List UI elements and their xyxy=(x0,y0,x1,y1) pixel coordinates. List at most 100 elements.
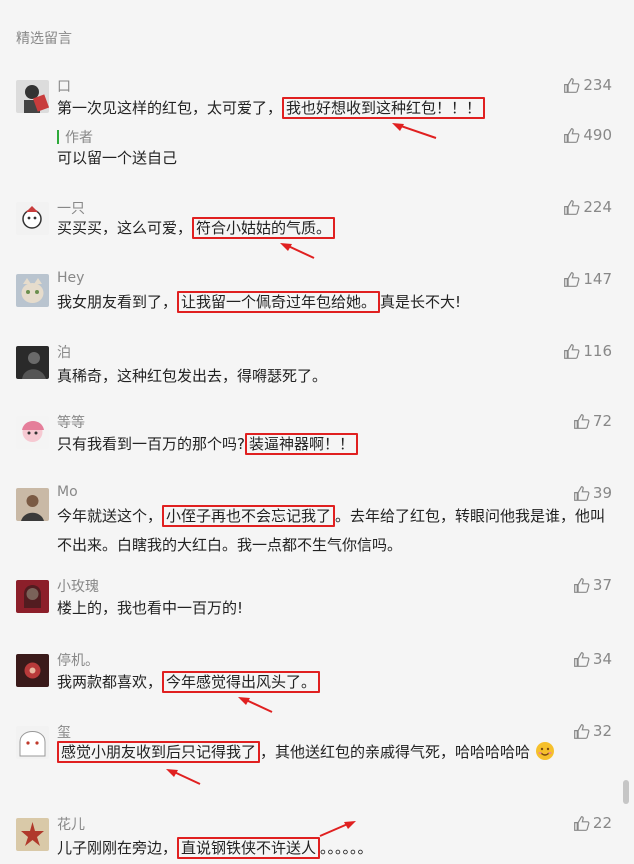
avatar-boy-icon[interactable] xyxy=(16,80,49,113)
like-count: 39 xyxy=(592,484,612,502)
avatar-cartoon-icon[interactable] xyxy=(16,202,49,235)
comment-text-plain: 只有我看到一百万的那个吗? xyxy=(57,435,245,453)
comment-nickname[interactable]: 口 xyxy=(57,76,71,96)
like-count: 22 xyxy=(592,814,612,832)
like-button[interactable]: 234 xyxy=(563,76,612,94)
comment-text-plain: 买买买，这么可爱， xyxy=(57,219,193,237)
like-count: 32 xyxy=(592,722,612,740)
comment-item: 小玫瑰 楼上的，我也看中一百万的! 37 xyxy=(0,576,634,646)
comment-highlight: 小侄子再也不会忘记我了 xyxy=(162,505,336,527)
comment-highlight: 符合小姑姑的气质。 xyxy=(192,217,336,239)
like-button[interactable]: 147 xyxy=(563,270,612,288)
comment-item: 等等 只有我看到一百万的那个吗? 装逼神器啊！！ 72 xyxy=(0,412,634,482)
comment-highlight: 装逼神器啊！！ xyxy=(244,433,358,455)
comment-text: 真稀奇，这种红包发出去，得嘚瑟死了。 xyxy=(57,362,613,391)
thumbs-up-icon xyxy=(574,815,590,831)
comment-text-plain: 儿子刚刚在旁边， xyxy=(57,839,178,857)
like-button[interactable]: 34 xyxy=(573,650,612,668)
comment-text-plain: 真稀奇，这种红包发出去，得嘚瑟死了。 xyxy=(57,367,328,385)
comment-nickname[interactable]: 小玫瑰 xyxy=(57,576,99,596)
comment-nickname[interactable]: Mo xyxy=(57,484,78,500)
comment-highlight: 感觉小朋友收到后只记得我了 xyxy=(57,741,261,763)
like-count: 234 xyxy=(583,76,612,94)
comment-text: 我女朋友看到了， 让我留一个佩奇过年包给她。 真是长不大! xyxy=(57,288,613,317)
avatar-anime-girl-icon[interactable] xyxy=(16,416,49,449)
comment-text: 买买买，这么可爱， 符合小姑姑的气质。 xyxy=(57,214,613,243)
comment-nickname[interactable]: Hey xyxy=(57,270,84,286)
like-button[interactable]: 32 xyxy=(573,722,612,740)
thumbs-up-icon xyxy=(574,413,590,429)
comment-item: 泊 真稀奇，这种红包发出去，得嘚瑟死了。 116 xyxy=(0,342,634,412)
author-marker xyxy=(57,130,59,144)
comment-text-plain: ，其他送红包的亲戚得气死，哈哈哈哈哈 xyxy=(260,743,531,761)
red-arrow-annotation xyxy=(280,243,315,259)
red-arrow-annotation xyxy=(166,769,201,785)
avatar-silhouette-icon[interactable] xyxy=(16,346,49,379)
avatar-flower-icon[interactable] xyxy=(16,654,49,687)
comment-item: 停机。 我两款都喜欢， 今年感觉得出风头了。 34 xyxy=(0,650,634,720)
like-button[interactable]: 490 xyxy=(563,126,612,144)
comment-item: 口 第一次见这样的红包，太可爱了， 我也好想收到这种红包！！！ 234 作者 可以… xyxy=(0,76,634,176)
avatar-woman-icon[interactable] xyxy=(16,580,49,613)
like-count: 72 xyxy=(592,412,612,430)
avatar-cat-icon[interactable] xyxy=(16,274,49,307)
comment-text-plain: 楼上的，我也看中一百万的! xyxy=(57,599,244,617)
comment-text-plain: 真是长不大! xyxy=(380,293,462,311)
thumbs-up-icon xyxy=(574,577,590,593)
comment-highlight: 让我留一个佩奇过年包给她。 xyxy=(177,291,381,313)
comment-nickname[interactable]: 停机。 xyxy=(57,650,99,670)
thumbs-up-icon xyxy=(564,271,580,287)
comment-item: Mo 今年就送这个， 小侄子再也不会忘记我了 。去年给了红包，转眼问他我是谁，他叫不… xyxy=(0,484,634,564)
like-count: 490 xyxy=(583,126,612,144)
comment-item: 花儿 儿子刚刚在旁边， 直说钢铁侠不许送人。。。。。。 22 xyxy=(0,814,634,864)
red-arrow-annotation xyxy=(319,821,356,837)
comment-item: Hey 我女朋友看到了， 让我留一个佩奇过年包给她。 真是长不大! 147 xyxy=(0,270,634,340)
comment-nickname[interactable]: 等等 xyxy=(57,412,85,432)
comment-text-plain: 第一次见这样的红包，太可爱了， xyxy=(57,99,283,117)
comment-text: 第一次见这样的红包，太可爱了， 我也好想收到这种红包！！！ xyxy=(57,94,613,123)
comment-highlight: 我也好想收到这种红包！！！ xyxy=(282,97,486,119)
red-arrow-annotation xyxy=(238,697,273,713)
thumbs-up-icon xyxy=(564,127,580,143)
author-reply-text: 可以留一个送自己 xyxy=(57,149,178,167)
like-button[interactable]: 116 xyxy=(563,342,612,360)
comment-text-plain: 我女朋友看到了， xyxy=(57,293,178,311)
like-count: 224 xyxy=(583,198,612,216)
like-button[interactable]: 37 xyxy=(573,576,612,594)
comment-text: 只有我看到一百万的那个吗? 装逼神器啊！！ xyxy=(57,430,613,459)
comment-highlight: 直说钢铁侠不许送人 xyxy=(177,837,321,859)
smile-emoji-icon xyxy=(535,742,554,760)
thumbs-up-icon xyxy=(564,343,580,359)
red-arrow-annotation xyxy=(392,123,437,139)
scrollbar-thumb[interactable] xyxy=(623,780,629,804)
like-button[interactable]: 22 xyxy=(573,814,612,832)
like-button[interactable]: 39 xyxy=(573,484,612,502)
like-count: 116 xyxy=(583,342,612,360)
comment-nickname[interactable]: 泊 xyxy=(57,342,71,362)
comment-highlight: 今年感觉得出风头了。 xyxy=(162,671,321,693)
comment-text-plain: 我两款都喜欢， xyxy=(57,673,163,691)
comment-nickname[interactable]: 花儿 xyxy=(57,814,85,834)
like-count: 34 xyxy=(592,650,612,668)
comment-text-plain: 。。。。。。 xyxy=(320,839,373,857)
comment-text: 感觉小朋友收到后只记得我了 ，其他送红包的亲戚得气死，哈哈哈哈哈 xyxy=(57,738,613,767)
thumbs-up-icon xyxy=(564,199,580,215)
comment-text: 今年就送这个， 小侄子再也不会忘记我了 。去年给了红包，转眼问他我是谁，他叫不出来。… xyxy=(57,502,613,560)
section-title: 精选留言 xyxy=(16,31,72,47)
comment-text-plain: 今年就送这个， xyxy=(57,507,163,525)
like-button[interactable]: 224 xyxy=(563,198,612,216)
like-button[interactable]: 72 xyxy=(573,412,612,430)
avatar-starfish-icon[interactable] xyxy=(16,818,49,851)
thumbs-up-icon xyxy=(564,77,580,93)
comment-text: 我两款都喜欢， 今年感觉得出风头了。 xyxy=(57,668,613,697)
comment-text: 楼上的，我也看中一百万的! xyxy=(57,594,613,623)
thumbs-up-icon xyxy=(574,485,590,501)
thumbs-up-icon xyxy=(574,723,590,739)
avatar-photo-icon[interactable] xyxy=(16,488,49,521)
thumbs-up-icon xyxy=(574,651,590,667)
avatar-anime-white-icon[interactable] xyxy=(16,726,49,759)
like-count: 147 xyxy=(583,270,612,288)
like-count: 37 xyxy=(592,576,612,594)
comment-item: 玺 感觉小朋友收到后只记得我了 ，其他送红包的亲戚得气死，哈哈哈哈哈 32 xyxy=(0,722,634,792)
comment-item: 一只 买买买，这么可爱， 符合小姑姑的气质。 224 xyxy=(0,198,634,268)
